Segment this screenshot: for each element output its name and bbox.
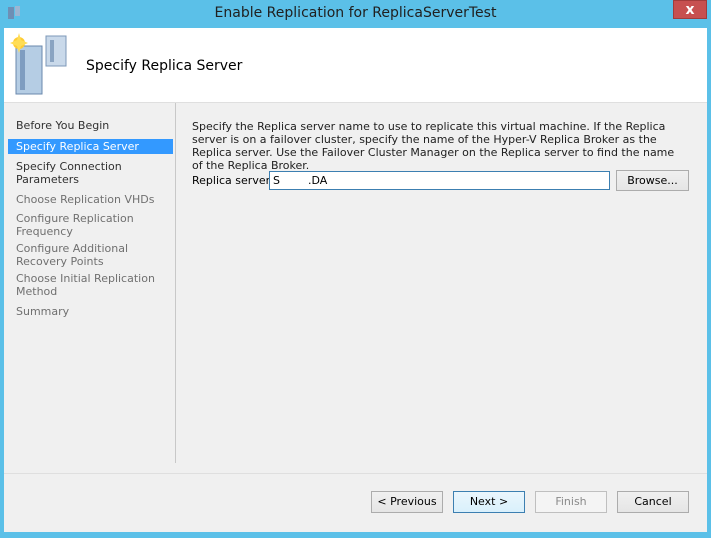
next-button[interactable]: Next > xyxy=(453,491,525,513)
nav-step-choose-replication-vhds[interactable]: Choose Replication VHDs xyxy=(16,193,166,206)
title-bar[interactable]: Enable Replication for ReplicaServerTest… xyxy=(0,0,711,28)
nav-step-before-you-begin[interactable]: Before You Begin xyxy=(16,119,166,132)
wizard-window: Enable Replication for ReplicaServerTest… xyxy=(0,0,711,538)
wizard-content: Specify the Replica server name to use t… xyxy=(192,120,692,172)
previous-button[interactable]: < Previous xyxy=(371,491,443,513)
finish-button[interactable]: Finish xyxy=(535,491,607,513)
replica-server-input[interactable] xyxy=(269,171,610,190)
wizard-steps-nav: Before You Begin Specify Replica Server … xyxy=(4,103,176,463)
cancel-button[interactable]: Cancel xyxy=(617,491,689,513)
nav-step-configure-additional-recovery-points[interactable]: Configure Additional Recovery Points xyxy=(16,242,166,268)
replica-server-label: Replica server: xyxy=(192,174,274,187)
nav-step-choose-initial-replication-method[interactable]: Choose Initial Replication Method xyxy=(16,272,166,298)
browse-button[interactable]: Browse... xyxy=(616,170,689,191)
page-description: Specify the Replica server name to use t… xyxy=(192,120,675,172)
footer-separator xyxy=(4,473,707,474)
replica-server-icon xyxy=(10,33,67,95)
window-title: Enable Replication for ReplicaServerTest xyxy=(214,5,497,21)
wizard-header: Specify Replica Server xyxy=(4,28,707,103)
nav-step-summary[interactable]: Summary xyxy=(16,305,166,318)
wizard-client-area: Specify Replica Server Before You Begin … xyxy=(4,28,707,532)
nav-step-specify-replica-server[interactable]: Specify Replica Server xyxy=(8,139,173,154)
close-button[interactable]: x xyxy=(673,0,707,19)
nav-step-specify-connection-parameters[interactable]: Specify Connection Parameters xyxy=(16,160,166,186)
page-title: Specify Replica Server xyxy=(86,58,243,74)
nav-step-configure-replication-frequency[interactable]: Configure Replication Frequency xyxy=(16,212,166,238)
